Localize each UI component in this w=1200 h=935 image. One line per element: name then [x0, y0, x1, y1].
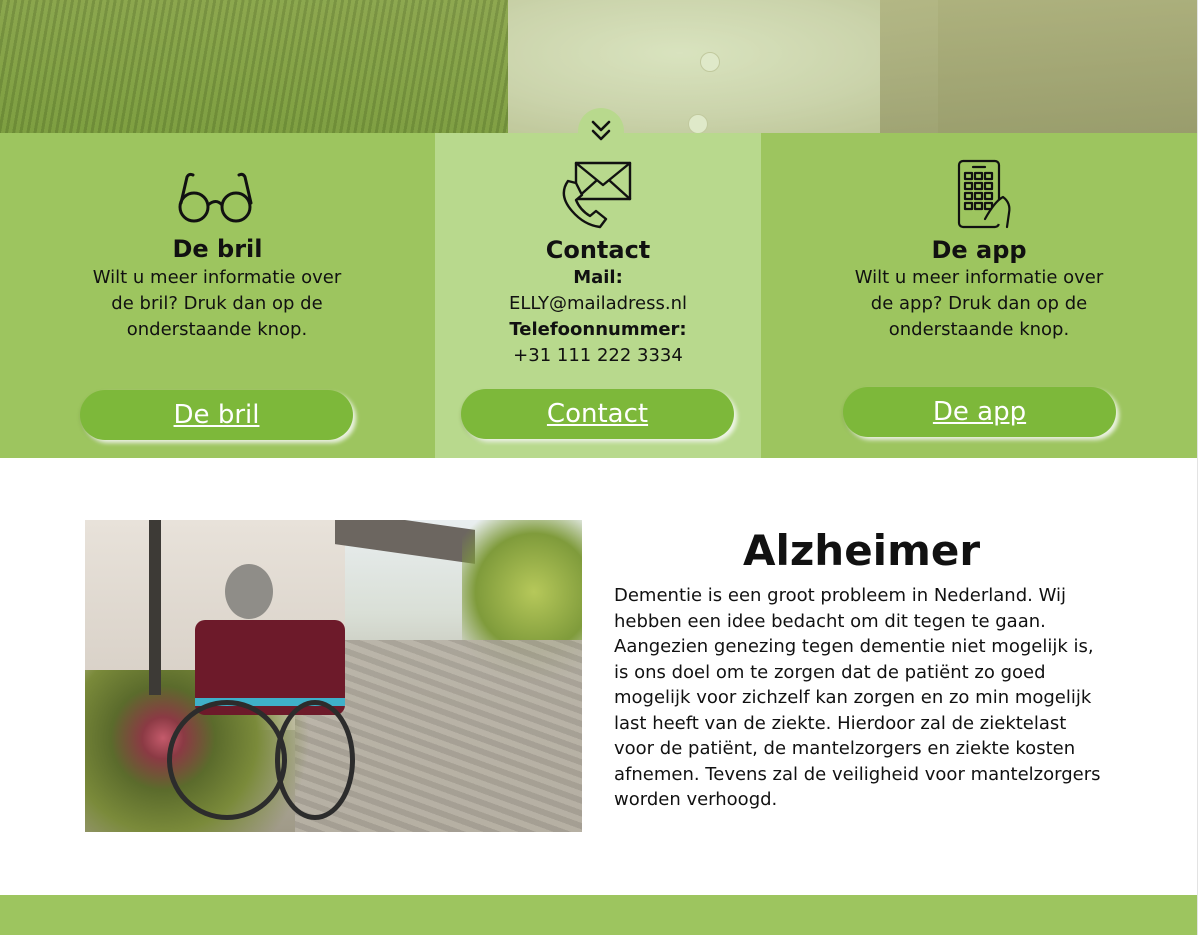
photo-wheel	[167, 700, 287, 820]
section-title: Alzheimer	[742, 526, 981, 575]
photo-person-head	[225, 564, 273, 619]
panel-title: Contact	[545, 236, 651, 264]
panel-title: De app	[931, 236, 1027, 264]
panel-description: Wilt u meer informatie over de app? Druk…	[854, 267, 1104, 340]
phone-label: Telefoonnummer:	[509, 319, 687, 340]
de-bril-button-label: De bril	[173, 400, 260, 430]
photo-pillar	[149, 520, 161, 695]
de-app-button-label: De app	[932, 397, 1027, 427]
panel-bril: De bril Wilt u meer informatie over de b…	[0, 133, 435, 458]
footer-bar	[0, 895, 1197, 935]
contact-button[interactable]: Contact	[461, 389, 734, 439]
envelope-phone-icon	[562, 161, 632, 229]
section-body: Dementie is een groot probleem in Nederl…	[614, 585, 1101, 810]
photo-wheel	[275, 700, 355, 820]
mail-value: ELLY@mailadress.nl	[508, 293, 688, 314]
glasses-icon	[178, 172, 253, 223]
mail-label: Mail:	[573, 267, 623, 288]
contact-details: Mail: ELLY@mailadress.nl Telefoonnummer:…	[435, 265, 761, 369]
panel-title: De bril	[172, 235, 263, 263]
double-chevron-down-icon	[591, 120, 611, 141]
de-bril-button[interactable]: De bril	[80, 390, 353, 440]
panel-description: Wilt u meer informatie over de bril? Dru…	[92, 267, 342, 340]
scroll-down-button[interactable]	[578, 108, 624, 154]
de-app-button[interactable]: De app	[843, 387, 1116, 437]
panel-app: De app Wilt u meer informatie over de ap…	[761, 133, 1197, 458]
wheelchair-photo	[85, 520, 582, 832]
contact-button-label: Contact	[546, 399, 649, 429]
phone-app-icon	[957, 159, 1011, 229]
phone-value: +31 111 222 3334	[513, 345, 683, 366]
panel-contact: Contact Mail: ELLY@mailadress.nl Telefoo…	[435, 133, 761, 458]
photo-roof	[335, 520, 475, 564]
